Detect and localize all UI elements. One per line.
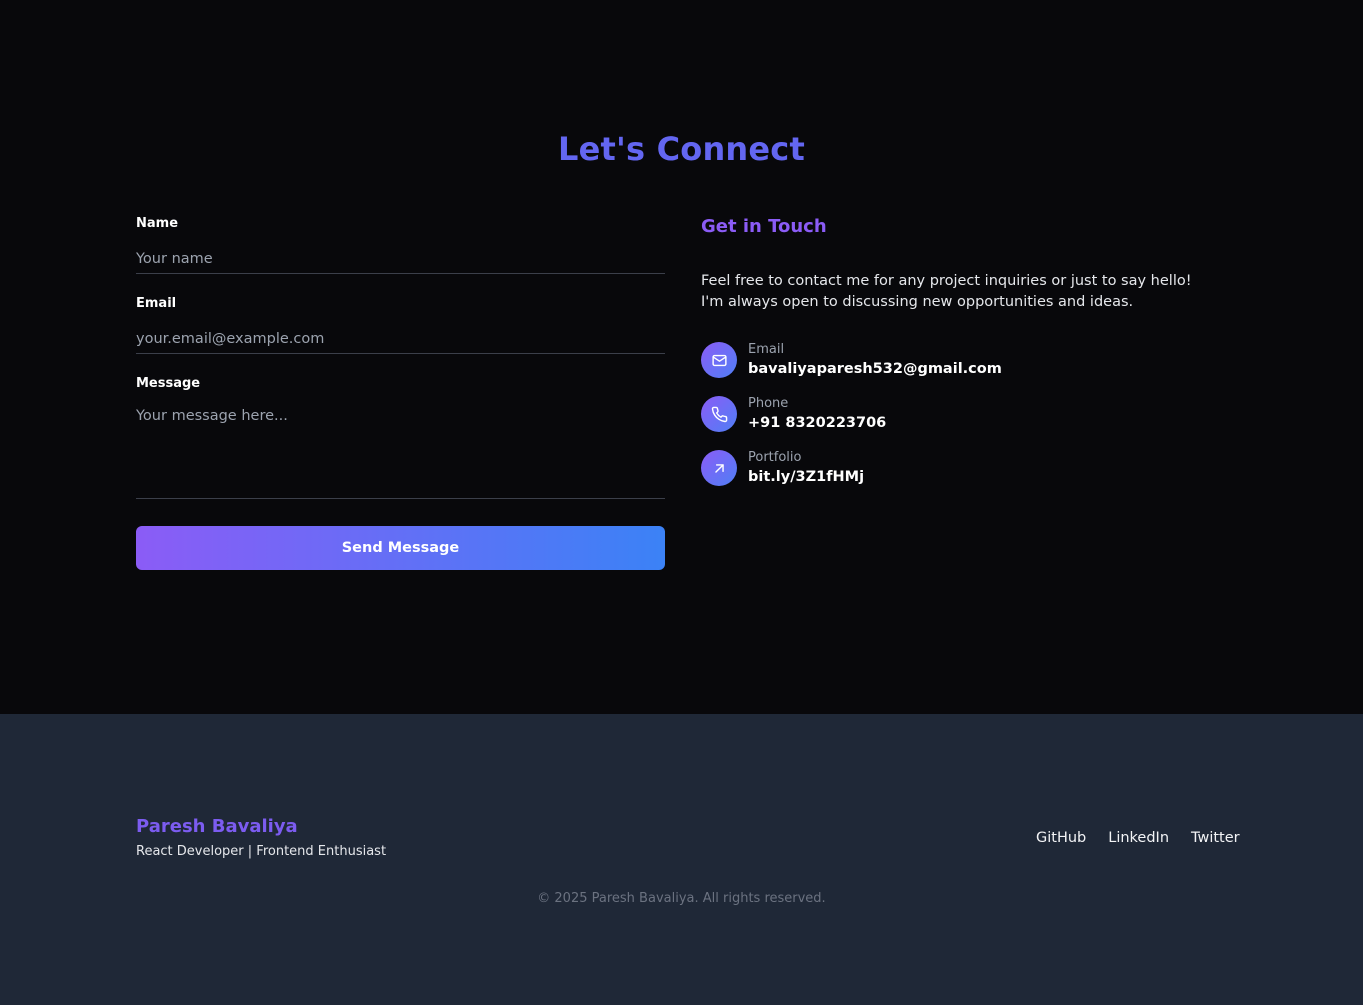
name-label: Name (136, 216, 179, 231)
contact-item-label: Email (748, 342, 785, 357)
footer-brand-name: Paresh Bavaliya (136, 816, 298, 837)
info-heading: Get in Touch (701, 216, 827, 237)
contact-item-value[interactable]: bavaliyaparesh532@gmail.com (748, 361, 1002, 377)
email-input[interactable] (136, 325, 665, 354)
email-label: Email (136, 296, 177, 311)
twitter-link[interactable]: Twitter (1191, 830, 1240, 846)
contact-item-value[interactable]: +91 8320223706 (748, 415, 886, 431)
contact-item-value[interactable]: bit.ly/3Z1fHMj (748, 469, 864, 485)
footer-tagline: React Developer | Frontend Enthusiast (136, 844, 387, 859)
contact-item-phone[interactable]: Phone +91 8320223706 (701, 396, 1101, 436)
message-textarea[interactable] (136, 406, 665, 499)
send-message-button[interactable]: Send Message (136, 526, 665, 570)
phone-icon (701, 396, 737, 432)
page-title: Let's Connect (558, 130, 805, 168)
contact-item-label: Portfolio (748, 450, 802, 465)
contact-item-label: Phone (748, 396, 789, 411)
message-label: Message (136, 376, 201, 391)
contact-item-email[interactable]: Email bavaliyaparesh532@gmail.com (701, 342, 1101, 382)
info-description: Feel free to contact me for any project … (701, 273, 1192, 310)
footer-links: GitHub LinkedIn Twitter (1036, 830, 1240, 846)
name-input[interactable] (136, 244, 665, 274)
contact-section: Let's Connect Name Email Message Send Me… (0, 0, 1363, 714)
footer-copyright: © 2025 Paresh Bavaliya. All rights reser… (537, 891, 826, 906)
github-link[interactable]: GitHub (1036, 830, 1086, 846)
site-footer: Paresh Bavaliya React Developer | Fronte… (0, 714, 1363, 1005)
contact-item-portfolio[interactable]: Portfolio bit.ly/3Z1fHMj (701, 450, 1101, 490)
linkedin-link[interactable]: LinkedIn (1108, 830, 1169, 846)
mail-icon (701, 342, 737, 378)
arrow-up-right-icon (701, 450, 737, 486)
